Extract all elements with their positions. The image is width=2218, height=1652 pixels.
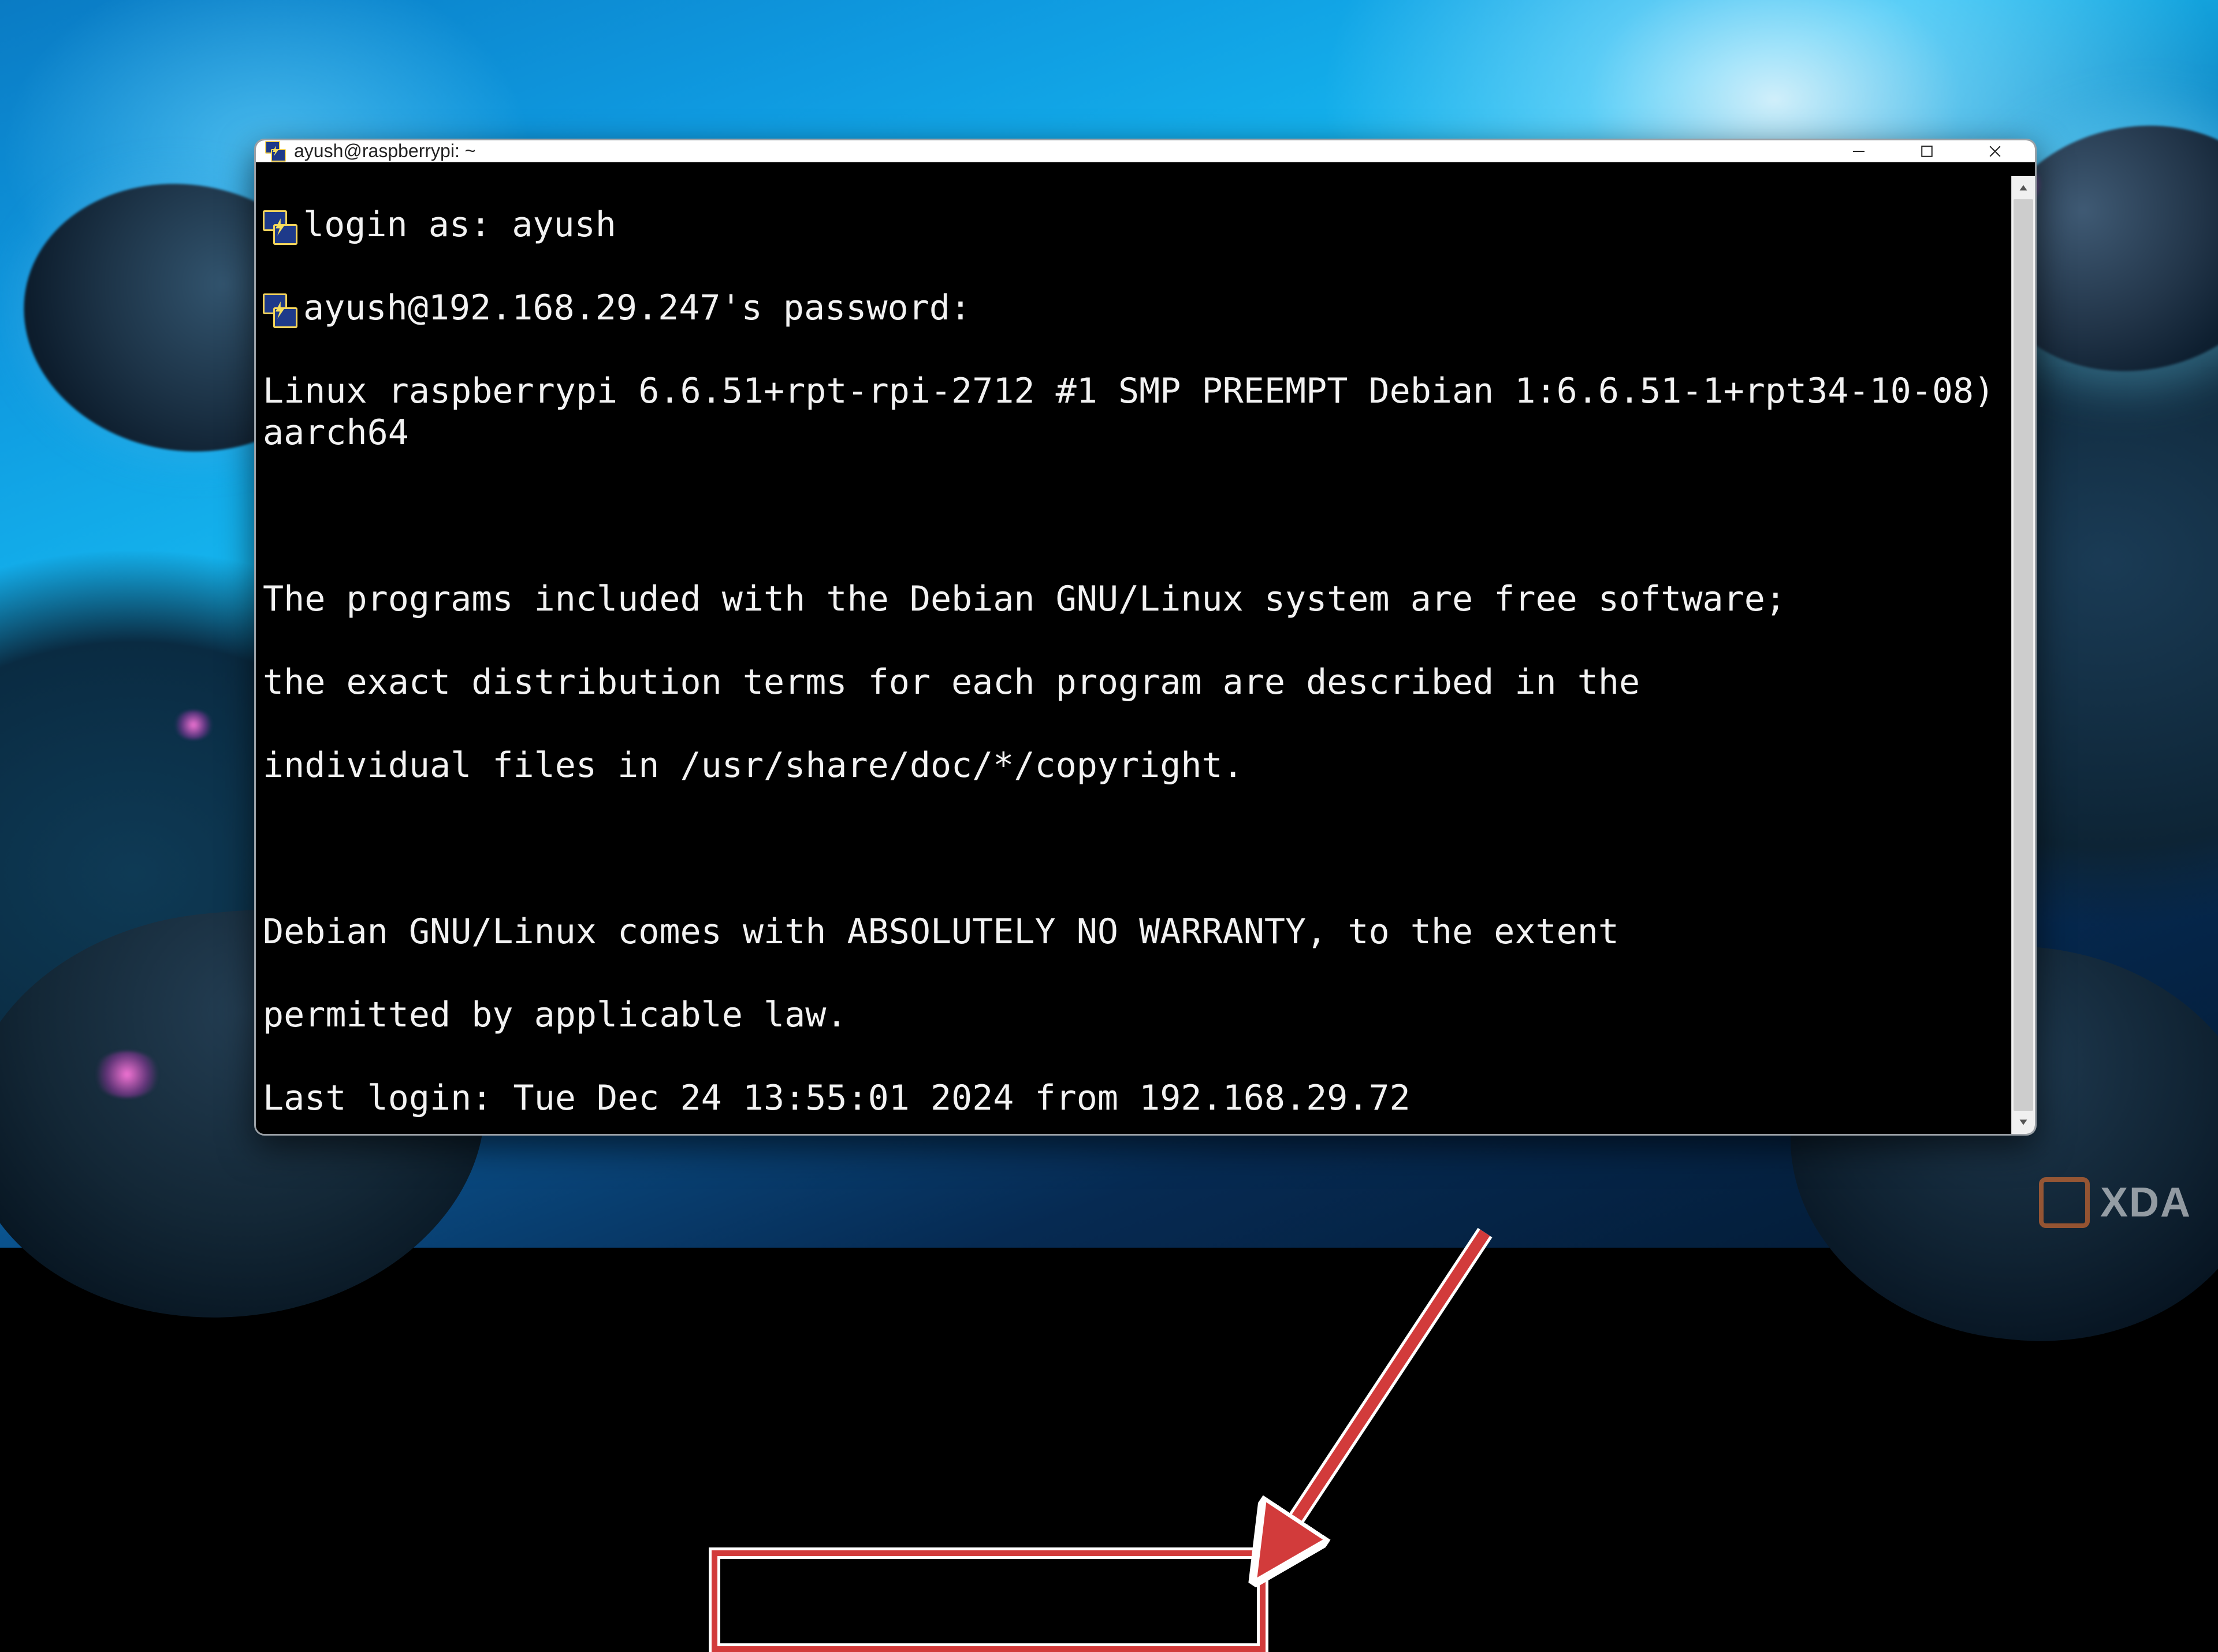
window-controls: [1825, 140, 2029, 162]
scroll-down-button[interactable]: [2012, 1111, 2035, 1134]
scrollbar-track[interactable]: [2012, 199, 2035, 1111]
terminal-line: The programs included with the Debian GN…: [263, 578, 2028, 620]
putty-icon: [263, 293, 297, 328]
terminal-line: permitted by applicable law.: [263, 994, 2028, 1036]
scroll-up-button[interactable]: [2012, 176, 2035, 199]
login-as-label: login as:: [303, 204, 512, 245]
terminal-window: ayush@raspberrypi: ~ login as: ayush ayu…: [254, 139, 2037, 1136]
vertical-scrollbar[interactable]: [2011, 176, 2035, 1134]
terminal-viewport[interactable]: login as: ayush ayush@192.168.29.247's p…: [256, 162, 2035, 1134]
xda-watermark: XDA: [2039, 1177, 2191, 1228]
wallpaper-glow: [150, 335, 191, 364]
wallpaper-glow: [173, 710, 214, 739]
password-prompt: ayush@192.168.29.247's password:: [303, 288, 971, 328]
terminal-line: the exact distribution terms for each pr…: [263, 661, 2028, 703]
scrollbar-thumb[interactable]: [2014, 199, 2033, 1111]
putty-icon: [265, 141, 286, 162]
putty-icon: [263, 210, 297, 245]
terminal-line: [263, 828, 2028, 869]
terminal-line: Debian GNU/Linux comes with ABSOLUTELY N…: [263, 911, 2028, 952]
login-user: ayush: [512, 204, 616, 245]
xda-logo-icon: [2039, 1177, 2090, 1228]
window-titlebar[interactable]: ayush@raspberrypi: ~: [256, 140, 2035, 162]
terminal-line: Last login: Tue Dec 24 13:55:01 2024 fro…: [263, 1077, 2028, 1119]
close-button[interactable]: [1961, 140, 2029, 162]
terminal-line: [263, 495, 2028, 537]
wallpaper-glow: [92, 1051, 162, 1097]
terminal-line: Linux raspberrypi 6.6.51+rpt-rpi-2712 #1…: [263, 370, 2028, 453]
terminal-line: individual files in /usr/share/doc/*/cop…: [263, 745, 2028, 786]
maximize-button[interactable]: [1893, 140, 1961, 162]
annotation-arrow-icon: [1237, 1198, 1520, 1591]
window-title: ayush@raspberrypi: ~: [294, 140, 475, 162]
watermark-text: XDA: [2100, 1179, 2191, 1226]
minimize-button[interactable]: [1825, 140, 1893, 162]
annotation-highlight-box: [712, 1550, 1266, 1652]
